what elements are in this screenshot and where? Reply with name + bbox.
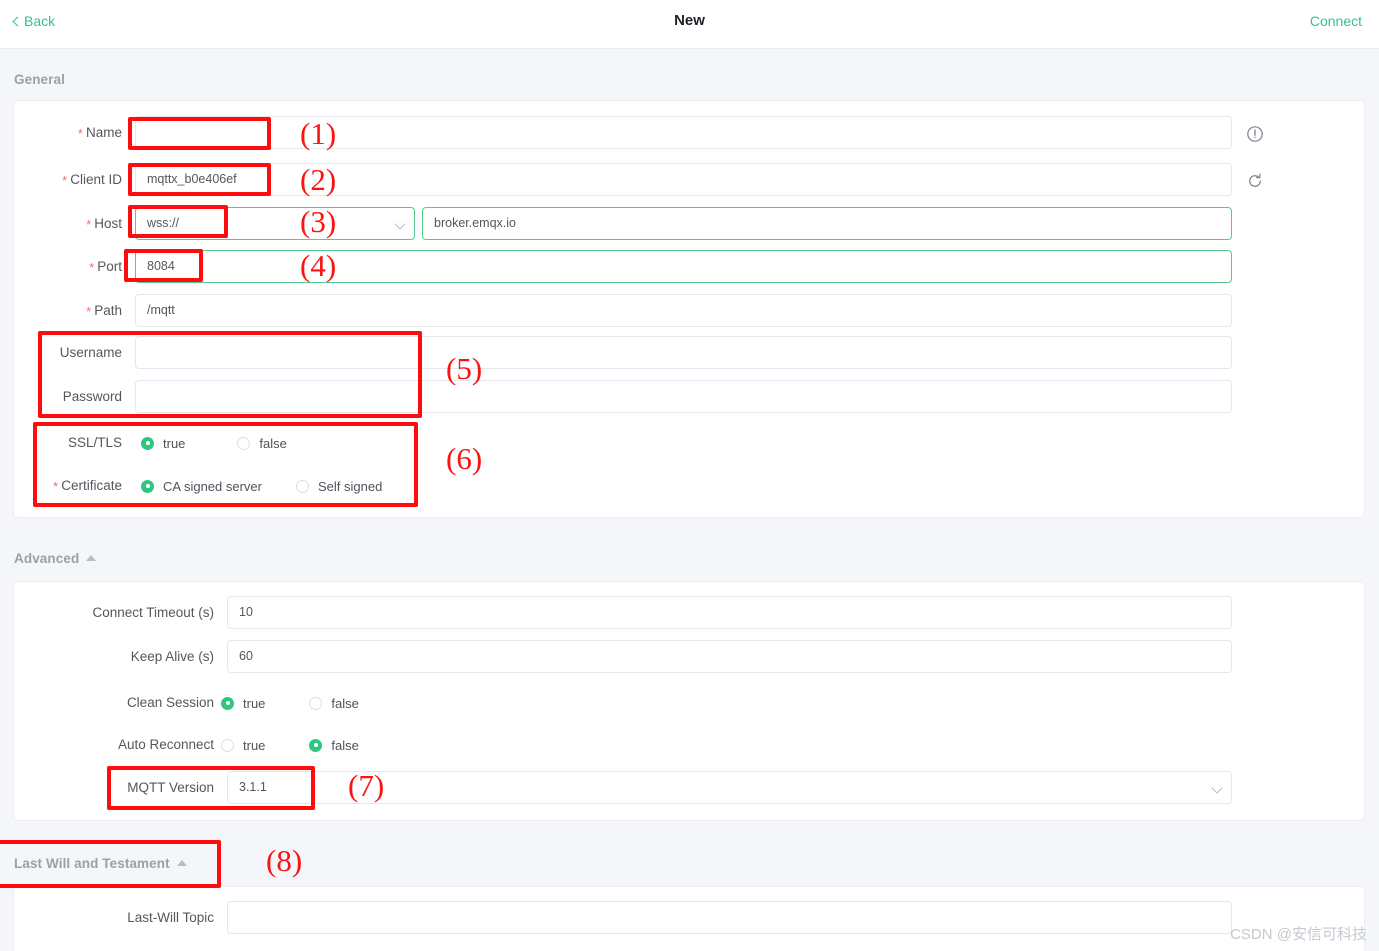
mqtt-version-select[interactable]: 3.1.1 <box>227 771 1232 804</box>
password-input[interactable] <box>135 380 1232 413</box>
label-name: * Name <box>77 125 122 141</box>
ssl-tls-option-true[interactable]: true <box>141 436 185 451</box>
auto-reconnect-radio-group: true false <box>221 723 359 767</box>
label-host: * Host <box>86 216 122 232</box>
ssl-tls-option-false-label: false <box>259 435 287 451</box>
mqttx-new-connection-window: Back New Connect General * Name * Client… <box>0 0 1379 951</box>
radio-indicator <box>296 479 309 493</box>
section-header-advanced-label: Advanced <box>14 551 80 566</box>
section-header-advanced[interactable]: Advanced <box>14 551 97 566</box>
clean-session-option-true[interactable]: true <box>221 696 265 711</box>
certificate-option-ca-label: CA signed server <box>163 478 262 494</box>
section-header-last-will-label: Last Will and Testament <box>14 856 170 871</box>
general-card: * Name * Client ID mqttx_b0e406ef * Host… <box>13 100 1365 518</box>
label-username: Username <box>59 345 122 360</box>
required-asterisk: * <box>77 126 83 141</box>
caret-up-icon <box>86 554 97 561</box>
auto-reconnect-option-true[interactable]: true <box>221 738 265 753</box>
required-asterisk: * <box>89 260 95 275</box>
ssl-tls-option-true-label: true <box>163 435 186 451</box>
refresh-icon[interactable] <box>1246 172 1264 190</box>
label-port: * Port <box>89 259 122 275</box>
label-client-id: * Client ID <box>62 172 122 188</box>
label-certificate: * Certificate <box>53 478 122 494</box>
host-input-value: broker.emqx.io <box>434 216 516 230</box>
radio-indicator <box>309 696 323 710</box>
last-will-topic-input[interactable] <box>227 901 1232 934</box>
certificate-option-self-signed[interactable]: Self signed <box>296 479 382 494</box>
port-input-value: 8084 <box>147 259 175 273</box>
username-input[interactable] <box>135 336 1232 369</box>
host-scheme-value: wss:// <box>147 216 179 230</box>
label-keep-alive: Keep Alive (s) <box>130 649 214 664</box>
label-clean-session: Clean Session <box>126 695 214 710</box>
ssl-tls-radio-group: true false <box>141 421 287 465</box>
keep-alive-value: 60 <box>239 649 253 663</box>
section-header-last-will[interactable]: Last Will and Testament <box>14 856 187 871</box>
advanced-card: Connect Timeout (s) 10 Keep Alive (s) 60… <box>13 581 1365 821</box>
radio-indicator <box>221 696 234 710</box>
label-last-will-topic: Last-Will Topic <box>127 910 214 925</box>
radio-indicator <box>141 479 154 493</box>
connect-timeout-value: 10 <box>239 605 253 619</box>
path-input[interactable]: /mqtt <box>135 294 1232 327</box>
last-will-card: Last-Will Topic <box>13 886 1365 951</box>
certificate-radio-group: CA signed server Self signed <box>141 464 382 508</box>
label-connect-timeout: Connect Timeout (s) <box>92 605 214 620</box>
required-asterisk: * <box>86 304 92 319</box>
port-input[interactable]: 8084 <box>135 250 1232 283</box>
auto-reconnect-option-true-label: true <box>243 737 266 753</box>
radio-indicator <box>309 738 323 752</box>
radio-indicator <box>221 738 234 752</box>
radio-indicator <box>141 436 154 450</box>
chevron-down-icon <box>394 218 406 230</box>
auto-reconnect-option-false-label: false <box>331 737 359 753</box>
certificate-option-ca-signed-server[interactable]: CA signed server <box>141 479 262 494</box>
required-asterisk: * <box>86 217 92 232</box>
radio-indicator <box>237 436 251 450</box>
clean-session-radio-group: true false <box>221 681 359 725</box>
label-ssl-tls: SSL/TLS <box>67 435 122 450</box>
client-id-input-value: mqttx_b0e406ef <box>147 172 237 186</box>
section-header-general-label: General <box>14 72 65 87</box>
ssl-tls-option-false[interactable]: false <box>237 435 287 451</box>
label-auto-reconnect: Auto Reconnect <box>117 737 214 752</box>
page-title: New <box>674 12 705 29</box>
exclamation-circle-icon[interactable] <box>1246 125 1264 143</box>
watermark: CSDN @安信可科技 <box>1230 926 1367 943</box>
required-asterisk: * <box>62 173 68 188</box>
section-header-general[interactable]: General <box>14 72 65 87</box>
label-path: * Path <box>86 303 122 319</box>
clean-session-option-true-label: true <box>243 695 266 711</box>
keep-alive-input[interactable]: 60 <box>227 640 1232 673</box>
path-input-value: /mqtt <box>147 303 175 317</box>
caret-up-icon <box>176 859 187 866</box>
label-mqtt-version: MQTT Version <box>127 780 214 795</box>
titlebar: Back New Connect <box>0 0 1379 49</box>
name-input[interactable] <box>135 116 1232 149</box>
auto-reconnect-option-false[interactable]: false <box>309 737 359 753</box>
annotation-number-8: (8) <box>266 843 303 878</box>
connect-button[interactable]: Connect <box>1310 11 1362 31</box>
mqtt-version-value: 3.1.1 <box>239 780 267 794</box>
connect-timeout-input[interactable]: 10 <box>227 596 1232 629</box>
client-id-input[interactable]: mqttx_b0e406ef <box>135 163 1232 196</box>
chevron-down-icon <box>1211 782 1223 794</box>
required-asterisk: * <box>53 479 59 494</box>
clean-session-option-false-label: false <box>331 695 359 711</box>
clean-session-option-false[interactable]: false <box>309 695 359 711</box>
label-password: Password <box>62 389 122 404</box>
certificate-option-self-label: Self signed <box>318 478 383 494</box>
host-scheme-select[interactable]: wss:// <box>135 207 415 240</box>
host-input[interactable]: broker.emqx.io <box>422 207 1232 240</box>
